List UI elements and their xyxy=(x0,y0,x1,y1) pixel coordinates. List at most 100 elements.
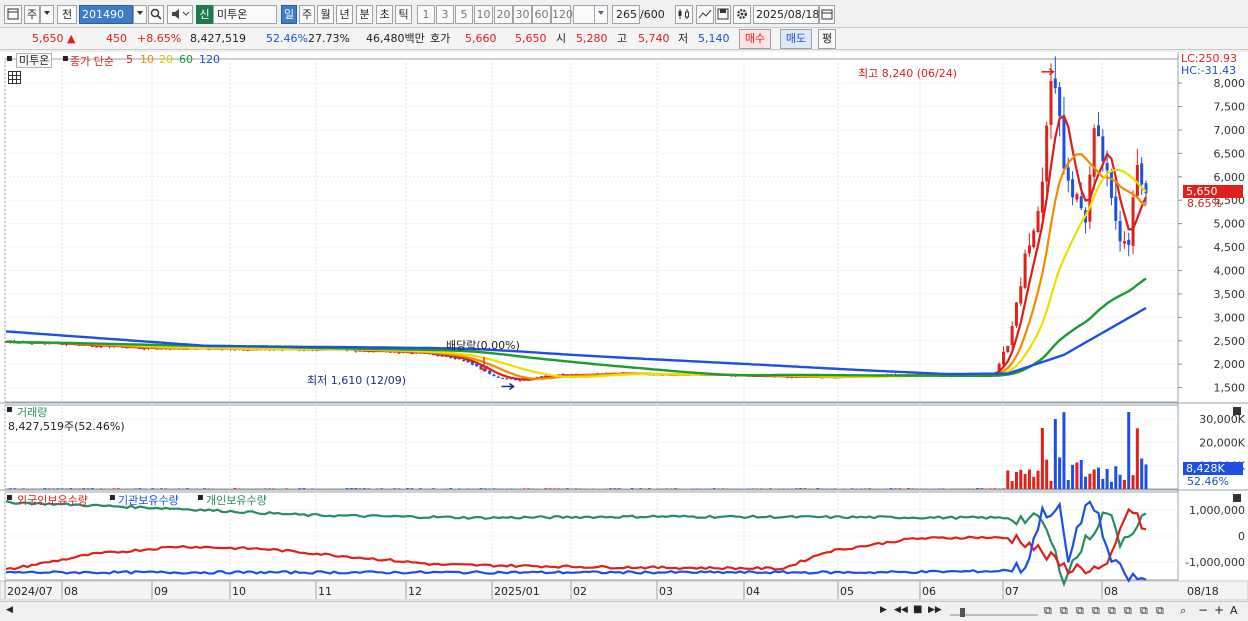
low-marker-label: 최저 1,610 (12/09) xyxy=(307,374,407,387)
price-y-label: 3,000 xyxy=(1214,311,1246,324)
save-icon[interactable] xyxy=(715,5,731,24)
ma-legend-20: 20 xyxy=(159,53,173,66)
layout-icon-4[interactable]: ⧉ xyxy=(1092,604,1100,618)
x-axis-label: 08 xyxy=(1104,585,1118,598)
bar-count-input[interactable]: 265 xyxy=(612,5,640,24)
hoga-label: 호가 xyxy=(430,32,451,45)
candle-body xyxy=(1066,167,1070,181)
stock-code-input[interactable]: 201490 xyxy=(79,5,133,24)
volume-bar xyxy=(712,488,716,489)
volume-bar xyxy=(1006,470,1010,489)
volume-bar xyxy=(185,488,189,489)
zoom-out-icon[interactable]: − xyxy=(1198,603,1208,617)
stock-name-field[interactable]: 미투온 xyxy=(213,5,277,24)
candle-body xyxy=(1058,87,1062,117)
search-icon[interactable] xyxy=(148,5,164,24)
volume-bar xyxy=(1084,476,1088,489)
layout-icon-5[interactable]: ⧉ xyxy=(1108,604,1116,618)
layout-icon-8[interactable]: ⧉ xyxy=(1156,604,1164,618)
volume-current-tag: 8,428K xyxy=(1183,462,1243,475)
font-size-icon[interactable]: A xyxy=(1230,604,1238,617)
period-daily[interactable]: 일 xyxy=(281,5,297,24)
price-y-label: 8,000 xyxy=(1214,77,1246,90)
interval-1[interactable]: 1 xyxy=(417,5,435,24)
draw-tool-icon[interactable] xyxy=(696,5,714,24)
interval-3[interactable]: 3 xyxy=(436,5,454,24)
zoom-slider[interactable] xyxy=(950,606,1040,618)
avg-button[interactable]: 평 xyxy=(818,29,836,49)
holding-panel-handle-icon[interactable]: ▪ xyxy=(6,492,13,503)
market-select[interactable]: 주 xyxy=(24,5,40,24)
panel-handle-icon[interactable]: ▪ xyxy=(6,53,13,64)
candle-body xyxy=(1032,230,1036,248)
interval-10[interactable]: 10 xyxy=(474,5,493,24)
code-dropdown-icon[interactable] xyxy=(133,5,147,24)
volume-bar xyxy=(1062,412,1066,489)
volume-bar xyxy=(751,488,755,489)
price-y-label: 6,000 xyxy=(1214,171,1246,184)
volume-bar xyxy=(43,488,47,489)
chart-area[interactable]: 2024/0708091011122025/010203040506070820… xyxy=(0,52,1248,621)
market-dropdown-icon[interactable] xyxy=(40,5,54,24)
period-second[interactable]: 초 xyxy=(376,5,393,24)
volume-bar xyxy=(967,488,971,489)
holding-y-label: 0 xyxy=(1238,530,1245,543)
mode-button[interactable]: 전 xyxy=(57,5,77,24)
chart-scrollbar[interactable]: ◀ ▶ ◀◀ ■ ▶▶ ⧉ ⧉ ⧉ ⧉ ⧉ ⧉ ⧉ ⧉ ⌕ − + A xyxy=(0,601,1248,621)
volume-bar xyxy=(492,488,496,489)
volume-bar xyxy=(816,488,820,489)
scroll-right-icon[interactable]: ▶ xyxy=(880,605,887,615)
zoom-in-icon[interactable]: + xyxy=(1214,603,1224,617)
candle-type-icon[interactable] xyxy=(675,5,693,24)
x-axis-label: 08 xyxy=(64,585,78,598)
candle-body xyxy=(518,380,522,382)
volume-bar xyxy=(134,488,138,489)
volume-bar xyxy=(164,488,168,489)
volume-bar xyxy=(768,488,772,489)
interval-20[interactable]: 20 xyxy=(494,5,513,24)
scroll-left-icon[interactable]: ◀ xyxy=(6,605,13,615)
interval-60[interactable]: 60 xyxy=(532,5,551,24)
period-tick[interactable]: 틱 xyxy=(395,5,412,24)
stop-icon[interactable]: ■ xyxy=(913,604,922,615)
window-menu-icon[interactable] xyxy=(4,5,22,24)
fast-forward-icon[interactable]: ▶▶ xyxy=(928,605,942,615)
candle-body xyxy=(1045,125,1049,182)
layout-icon-2[interactable]: ⧉ xyxy=(1060,604,1068,618)
volume-bar xyxy=(406,488,410,489)
volume-bar xyxy=(1122,479,1126,489)
chart-canvas[interactable]: 2024/0708091011122025/010203040506070820… xyxy=(0,52,1248,621)
interval-120[interactable]: 120 xyxy=(551,5,573,24)
calendar-icon[interactable] xyxy=(819,5,835,24)
layout-icon-6[interactable]: ⧉ xyxy=(1124,604,1132,618)
grid-table-icon[interactable] xyxy=(8,71,21,87)
sell-button[interactable]: 매도 xyxy=(780,29,812,49)
period-minute[interactable]: 분 xyxy=(356,5,373,24)
magnify-icon[interactable]: ⌕ xyxy=(1180,604,1186,618)
volume-bar xyxy=(311,488,315,489)
legend-separator-icon: ▪ xyxy=(109,492,116,503)
volume-bar xyxy=(868,488,872,489)
rewind-icon[interactable]: ◀◀ xyxy=(894,605,908,615)
legend-separator-icon: ▪ xyxy=(197,492,204,503)
layout-icon-3[interactable]: ⧉ xyxy=(1076,604,1084,618)
volume-panel-handle-icon[interactable]: ▪ xyxy=(6,404,13,415)
layout-icon-7[interactable]: ⧉ xyxy=(1140,604,1148,618)
buy-button[interactable]: 매수 xyxy=(739,29,771,49)
price-panel-title[interactable]: 미투온 xyxy=(16,53,53,68)
interval-5[interactable]: 5 xyxy=(455,5,473,24)
period-monthly[interactable]: 월 xyxy=(317,5,334,24)
volume-bar xyxy=(116,488,120,489)
settings-gear-icon[interactable] xyxy=(733,5,751,24)
layout-icon-1[interactable]: ⧉ xyxy=(1044,604,1052,618)
interval-dropdown-icon[interactable] xyxy=(594,5,608,24)
volume-bar xyxy=(1088,473,1092,489)
sound-icon[interactable] xyxy=(167,5,193,24)
interval-30[interactable]: 30 xyxy=(513,5,532,24)
ma-legend-60: 60 xyxy=(179,53,193,66)
period-yearly[interactable]: 년 xyxy=(336,5,353,24)
volume-bar xyxy=(760,488,764,489)
volume-bar xyxy=(60,488,64,489)
period-weekly[interactable]: 주 xyxy=(299,5,315,24)
date-input[interactable]: 2025/08/18 xyxy=(753,5,819,24)
